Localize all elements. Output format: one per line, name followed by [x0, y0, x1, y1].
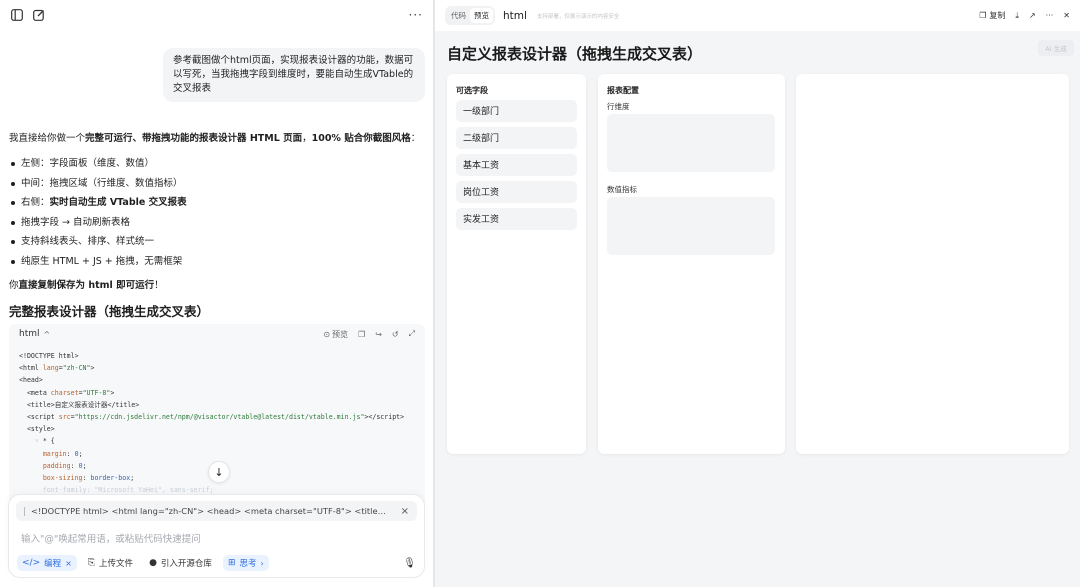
intro-text: 我直接给你做一个 — [9, 133, 86, 144]
copy-icon: ❐ — [979, 11, 987, 20]
undo-icon[interactable]: ↺ — [392, 330, 399, 339]
expand-icon[interactable]: ⤢ — [409, 329, 415, 339]
measure-label: 数值指标 — [607, 185, 637, 194]
code-icon: </> — [22, 558, 41, 568]
intro-colon: ： — [410, 133, 421, 144]
config-panel: 报表配置 行维度 数值指标 — [598, 74, 785, 454]
user-message-bubble: 参考截图做个html页面，实现报表设计器的功能，数据可以写死，当我拖拽字段到维度… — [163, 48, 425, 102]
scroll-down-button[interactable]: ↓ — [208, 461, 230, 483]
list-item: 拖拽字段 → 自动刷新表格 — [9, 216, 424, 236]
app-window: ··· 参考截图做个html页面，实现报表设计器的功能，数据可以写死，当我拖拽字… — [0, 0, 1080, 587]
fields-panel: 可选字段 一级部门 二级部门 基本工资 岗位工资 实发工资 — [447, 74, 586, 454]
chat-pane: ··· 参考截图做个html页面，实现报表设计器的功能，数据可以写死，当我拖拽字… — [0, 0, 433, 587]
field-item[interactable]: 一级部门 — [456, 100, 577, 122]
more-options-icon[interactable]: ··· — [409, 8, 423, 22]
page-title: 自定义报表设计器（拖拽生成交叉表） — [447, 45, 703, 63]
quoted-code: <!DOCTYPE html> <html lang="zh-CN"> <hea… — [16, 501, 417, 521]
view-switcher: 代码 预览 — [445, 6, 495, 25]
intro-sep: ， — [302, 133, 312, 144]
share-icon[interactable]: ↗ — [1029, 11, 1036, 20]
preview-button[interactable]: ⊙ 预览 — [323, 329, 348, 340]
measure-dropzone[interactable] — [607, 197, 775, 255]
close-icon[interactable]: ✕ — [1063, 11, 1070, 20]
row-dimension-dropzone[interactable] — [607, 114, 775, 172]
assistant-intro: 我直接给你做一个完整可运行、带拖拽功能的报表设计器 HTML 页面，100% 贴… — [9, 132, 424, 146]
intro-bold: 完整可运行、带拖拽功能的报表设计器 HTML 页面 — [85, 133, 303, 144]
config-panel-title: 报表配置 — [607, 86, 639, 95]
github-icon: ● — [149, 558, 157, 568]
more-options-icon[interactable]: ··· — [1046, 11, 1054, 20]
fields-panel-title: 可选字段 — [456, 86, 488, 95]
close-icon[interactable]: × — [65, 559, 72, 568]
copy-icon[interactable]: ❐ — [358, 330, 365, 339]
field-item[interactable]: 岗位工资 — [456, 181, 577, 203]
section-title: 完整报表设计器（拖拽生成交叉表） — [9, 304, 210, 319]
save-hint: 你直接复制保存为 html 即可运行！ — [9, 280, 164, 291]
chevron-up-icon[interactable]: ^ — [44, 330, 51, 339]
code-mode-chip[interactable]: </> 编程 × — [17, 555, 77, 571]
cross-table-panel — [796, 74, 1069, 454]
chevron-right-icon: › — [260, 558, 264, 568]
feature-list: 左侧：字段面板（维度、数值） 中间：拖拽区域（行维度、数值指标） 右侧：实时自动… — [9, 157, 424, 274]
field-item[interactable]: 二级部门 — [456, 127, 577, 149]
list-item: 支持斜线表头、排序、样式统一 — [9, 235, 424, 255]
preview-pane: 代码 预览 html 支持部署，仅展示演示的内容安全 ❐ 复制 ⤓ ↗ ··· ✕… — [435, 0, 1080, 587]
microphone-icon[interactable]: 🎙 — [403, 558, 416, 569]
tab-code[interactable]: 代码 — [447, 8, 470, 23]
tab-preview[interactable]: 预览 — [470, 8, 493, 23]
close-icon[interactable]: × — [401, 506, 409, 517]
sidebar-toggle-icon[interactable] — [10, 8, 24, 22]
ai-generated-badge: AI 生成 — [1038, 40, 1074, 56]
assistant-message: 我直接给你做一个完整可运行、带拖拽功能的报表设计器 HTML 页面，100% 贴… — [9, 132, 424, 293]
preview-toolbar: 代码 预览 html 支持部署，仅展示演示的内容安全 ❐ 复制 ⤓ ↗ ··· ✕ — [435, 0, 1080, 31]
quoted-code-text: <!DOCTYPE html> <html lang="zh-CN"> <hea… — [31, 506, 393, 516]
download-icon[interactable]: ⤓ — [1015, 11, 1019, 21]
composer: <!DOCTYPE html> <html lang="zh-CN"> <hea… — [8, 494, 425, 578]
row-dimension-label: 行维度 — [607, 102, 630, 111]
paperclip-icon: ⎘ — [87, 558, 96, 568]
upload-file-button[interactable]: ⎘ 上传文件 — [83, 555, 138, 571]
new-chat-icon[interactable] — [32, 8, 46, 22]
list-item: 中间：拖拽区域（行维度、数值指标） — [9, 177, 424, 197]
share-icon[interactable]: ↪ — [375, 330, 382, 339]
message-input[interactable]: 输入"@"唤起常用语，或粘贴代码快速提问 — [21, 531, 201, 545]
arrow-down-icon: ↓ — [214, 465, 224, 479]
code-block-header: html ^ ⊙ 预览 ❐ ↪ ↺ ⤢ — [9, 324, 425, 344]
preview-subtitle: 支持部署，仅展示演示的内容安全 — [536, 13, 620, 20]
preview-title: html — [503, 9, 527, 22]
preview-canvas: AI 生成 自定义报表设计器（拖拽生成交叉表） 可选字段 一级部门 二级部门 基… — [435, 31, 1080, 587]
intro-bold-2: 100% 贴合你截图风格 — [311, 133, 411, 144]
field-item[interactable]: 基本工资 — [456, 154, 577, 176]
list-item: 左侧：字段面板（维度、数值） — [9, 157, 424, 177]
list-item: 右侧：实时自动生成 VTable 交叉报表 — [9, 196, 424, 216]
import-repo-button[interactable]: ● 引入开源仓库 — [144, 555, 217, 571]
code-language: html — [19, 329, 40, 339]
list-item: 纯原生 HTML + JS + 拖拽，无需框架 — [9, 255, 424, 275]
code-tools: ⊙ 预览 ❐ ↪ ↺ ⤢ — [323, 329, 415, 340]
think-mode-chip[interactable]: ⊞ 思考 › — [222, 555, 269, 571]
copy-button[interactable]: ❐ 复制 — [979, 10, 1005, 21]
code-block: html ^ ⊙ 预览 ❐ ↪ ↺ ⤢ <!DOCTYPE html> <html… — [9, 324, 425, 514]
chat-toolbar: ··· — [10, 7, 423, 23]
grid-icon: ⊞ — [227, 558, 236, 568]
quote-bar — [24, 506, 25, 516]
field-item[interactable]: 实发工资 — [456, 208, 577, 230]
preview-actions: ❐ 复制 ⤓ ↗ ··· ✕ — [979, 10, 1070, 21]
composer-chips: </> 编程 × ⎘ 上传文件 ● 引入开源仓库 ⊞ 思考 › 🎙 — [17, 555, 416, 571]
play-icon: ⊙ — [323, 329, 331, 339]
